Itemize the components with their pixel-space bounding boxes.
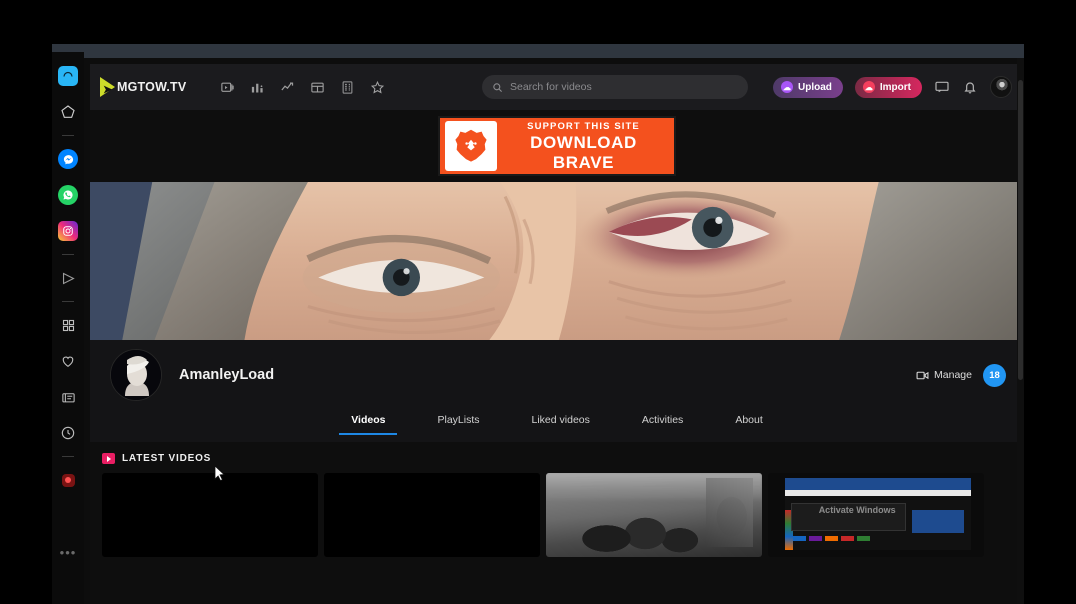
tab-playlists[interactable]: PlayLists	[411, 410, 505, 435]
tab-videos[interactable]: Videos	[325, 410, 411, 435]
banner-line2: DOWNLOAD	[530, 133, 637, 153]
rail-item-history[interactable]	[57, 422, 79, 444]
latest-videos-title: LATEST VIDEOS	[122, 453, 212, 464]
brave-download-banner[interactable]: SUPPORT THIS SITE DOWNLOAD BRAVE	[438, 116, 676, 176]
brand-name: MGTOW.TV	[117, 80, 187, 94]
page-scrollbar-thumb[interactable]	[1018, 80, 1023, 380]
tab-liked-videos[interactable]: Liked videos	[506, 410, 616, 435]
tab-activities[interactable]: Activities	[616, 410, 709, 435]
bar-chart-icon[interactable]	[250, 80, 265, 95]
rail-separator-3	[62, 301, 74, 302]
banner-text: SUPPORT THIS SITE DOWNLOAD BRAVE	[497, 121, 674, 171]
clock-icon	[61, 426, 75, 440]
header-nav-icons	[220, 80, 385, 95]
screen: ➤ MGTOW.TV Search for videos ☁ Upload ☁ …	[0, 0, 1076, 604]
video-badge-icon	[102, 453, 115, 464]
send-icon	[62, 272, 75, 284]
channel-bar: AmanleyLoad Manage 18	[90, 340, 1024, 410]
grid-icon	[62, 319, 74, 331]
user-avatar[interactable]	[990, 76, 1012, 98]
video-camera-icon	[916, 371, 929, 379]
rounded-square-icon	[58, 66, 78, 86]
header-actions: ☁ Upload ☁ Import	[773, 64, 1012, 110]
application-window: ➤ MGTOW.TV Search for videos ☁ Upload ☁ …	[52, 44, 1024, 604]
chat-bubble-icon[interactable]	[934, 79, 950, 95]
rail-item-home[interactable]	[57, 101, 79, 123]
banner-line3: BRAVE	[552, 152, 615, 172]
rail-item-messenger[interactable]	[57, 148, 79, 170]
activate-windows-watermark: Activate Windows	[818, 505, 896, 516]
search-placeholder: Search for videos	[510, 81, 592, 93]
cover-photo	[90, 182, 1024, 340]
channel-tabs: Videos PlayLists Liked videos Activities…	[90, 410, 1024, 442]
upload-cloud-icon: ☁	[781, 81, 793, 93]
site-header: ➤ MGTOW.TV Search for videos ☁ Upload ☁ …	[90, 64, 1024, 110]
video-count-badge: 18	[983, 363, 1006, 387]
rail-item-active-app[interactable]	[57, 65, 79, 87]
whatsapp-icon	[58, 185, 78, 205]
rail-item-telegram[interactable]	[57, 267, 79, 289]
rail-separator-1	[62, 135, 74, 136]
service-rail: •••	[52, 52, 84, 604]
article-icon	[61, 392, 75, 402]
tab-about[interactable]: About	[709, 410, 788, 435]
star-icon[interactable]	[370, 80, 385, 95]
rail-item-favorites[interactable]	[57, 350, 79, 372]
video-thumbnail-1[interactable]	[102, 473, 318, 557]
rail-more-button[interactable]: •••	[52, 545, 84, 560]
latest-videos-section: LATEST VIDEOS Activate Windows	[90, 442, 1024, 557]
site-logo[interactable]: ➤ MGTOW.TV	[100, 77, 186, 97]
import-button[interactable]: ☁ Import	[854, 76, 922, 98]
logo-arrow-icon: ➤	[103, 84, 113, 96]
channel-cover-image	[90, 182, 1024, 340]
rail-item-instagram[interactable]	[57, 220, 79, 242]
upload-button[interactable]: ☁ Upload	[773, 76, 843, 98]
thumbnail-browser-navbar	[785, 478, 972, 490]
channel-name: AmanleyLoad	[179, 367, 275, 383]
thumbnail-button-row	[792, 535, 870, 541]
banner-line1: SUPPORT THIS SITE	[527, 121, 640, 133]
rail-item-reader[interactable]	[57, 386, 79, 408]
manage-label: Manage	[934, 369, 972, 381]
pentagon-icon	[61, 105, 75, 118]
rail-item-record[interactable]	[57, 469, 79, 491]
mouse-cursor	[214, 465, 225, 482]
thumbnail-blue-panel	[911, 510, 964, 533]
instagram-icon	[58, 221, 78, 241]
channel-avatar[interactable]	[110, 349, 162, 401]
window-titlebar	[52, 44, 1024, 58]
rail-item-whatsapp[interactable]	[57, 184, 79, 206]
channel-actions: Manage 18	[916, 363, 1006, 387]
search-icon	[493, 82, 503, 92]
rail-separator-4	[62, 456, 74, 457]
rail-item-apps[interactable]	[57, 314, 79, 336]
latest-videos-header: LATEST VIDEOS	[102, 453, 1024, 464]
heart-icon	[62, 356, 74, 368]
dashboard-icon[interactable]	[310, 80, 325, 95]
page-scrollbar-track[interactable]	[1017, 58, 1024, 604]
video-thumbnail-2[interactable]	[324, 473, 540, 557]
video-thumbnail-3[interactable]	[546, 473, 762, 557]
banner-area: SUPPORT THIS SITE DOWNLOAD BRAVE	[90, 110, 1024, 182]
thumbnail-browser-window: Activate Windows	[785, 478, 972, 551]
trending-up-icon[interactable]	[280, 80, 295, 95]
messenger-icon	[58, 149, 78, 169]
upload-label: Upload	[798, 81, 832, 93]
import-cloud-icon: ☁	[862, 81, 875, 93]
list-icon[interactable]	[340, 80, 355, 95]
video-library-icon[interactable]	[220, 80, 235, 95]
play-triangle-logo-icon: ➤	[100, 77, 115, 97]
brave-lion-icon	[445, 121, 497, 171]
website-content: ➤ MGTOW.TV Search for videos ☁ Upload ☁ …	[90, 64, 1024, 604]
video-thumbnail-row: Activate Windows	[102, 473, 1024, 557]
rail-separator-2	[62, 254, 74, 255]
video-thumbnail-4[interactable]: Activate Windows	[768, 473, 984, 557]
search-input[interactable]: Search for videos	[482, 75, 748, 99]
thumbnail-page-body	[785, 496, 972, 551]
import-label: Import	[879, 81, 911, 93]
record-icon	[61, 473, 75, 487]
manage-button[interactable]: Manage	[916, 369, 972, 381]
notification-bell-icon[interactable]	[962, 79, 978, 95]
